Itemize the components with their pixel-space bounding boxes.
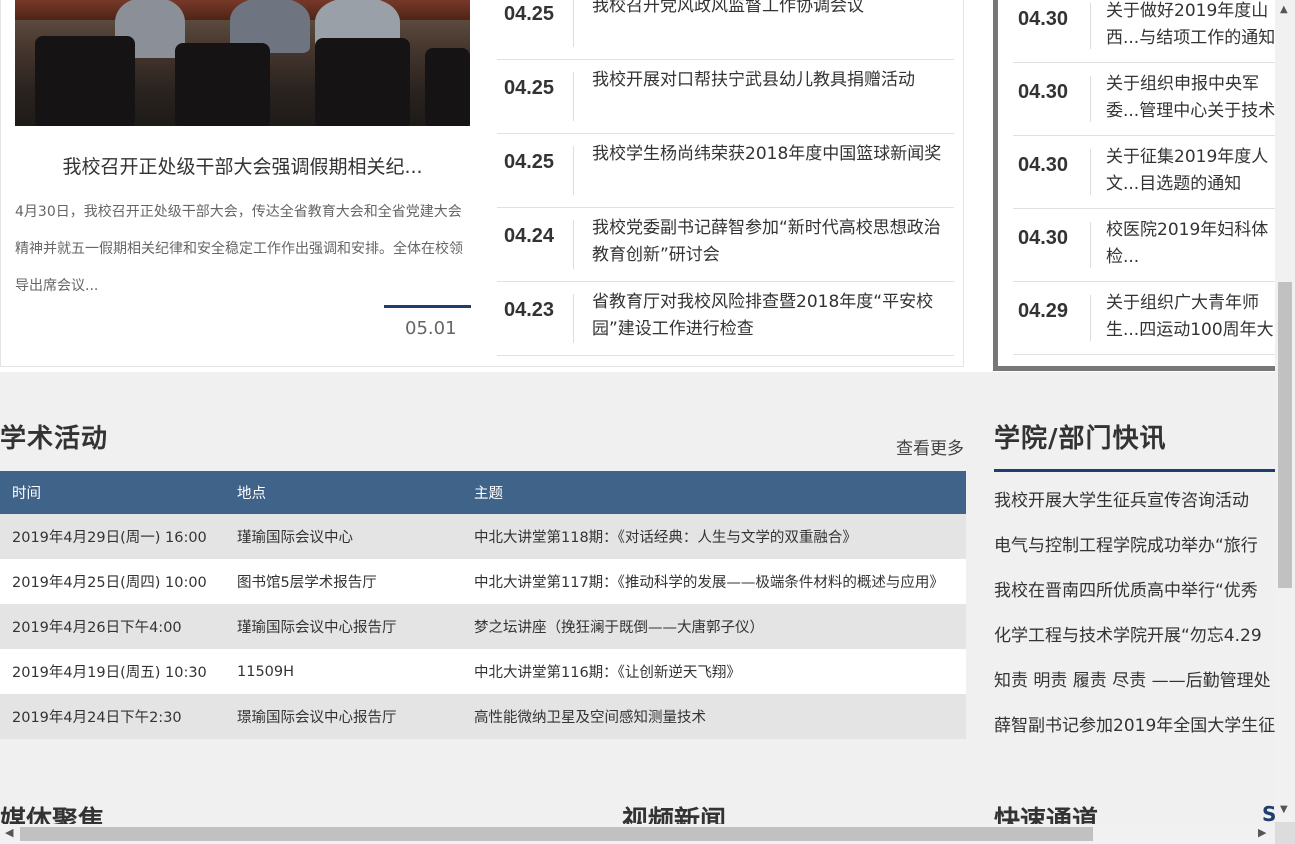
notice-item[interactable]: 04.30 关于组织申报中央军委...管理中心关于技术基... <box>1013 63 1283 136</box>
divider <box>1090 295 1091 341</box>
event-time: 2019年4月25日(周四) 10:00 <box>0 559 225 604</box>
divider <box>573 72 574 121</box>
news-item[interactable]: 04.25 我校学生杨尚纬荣获2018年度中国篮球新闻奖 <box>497 134 954 208</box>
scroll-up-icon[interactable]: ▲ <box>1280 4 1288 15</box>
notice-date: 04.30 <box>1018 154 1069 176</box>
notice-date: 04.30 <box>1018 8 1069 30</box>
news-date: 04.23 <box>504 299 555 321</box>
news-item[interactable]: 04.23 省教育厅对我校风险排查暨2018年度“平安校园”建设工作进行检查 <box>497 282 954 356</box>
news-date: 04.25 <box>504 77 555 99</box>
featured-news-description: 4月30日，我校召开正处级干部大会，传达全省教育大会和全省党建大会精神并就五一假… <box>15 204 463 294</box>
scrollbar-corner <box>1275 822 1295 844</box>
list-item[interactable]: 知责 明责 履责 尽责 ——后勤管理处 <box>994 666 1275 711</box>
event-time: 2019年4月29日(周一) 16:00 <box>0 514 225 559</box>
column-header-location: 地点 <box>225 471 462 514</box>
notice-title[interactable]: 关于组织申报中央军委...管理中心关于技术基... <box>1106 71 1281 125</box>
more-link[interactable]: 查看更多 <box>896 434 964 459</box>
event-topic[interactable]: 中北大讲堂第117期：《推动科学的发展——极端条件材料的概述与应用》 <box>462 559 966 604</box>
table-row[interactable]: 2019年4月24日下午2:30 璟瑜国际会议中心报告厅 高性能微纳卫星及空间感… <box>0 694 966 739</box>
notice-title[interactable]: 校医院2019年妇科体检... <box>1106 217 1281 271</box>
news-title[interactable]: 我校党委副书记薛智参加“新时代高校思想政治教育创新”研讨会 <box>592 215 952 269</box>
vertical-scrollbar[interactable]: ▲ ▼ <box>1275 0 1295 822</box>
scroll-left-icon[interactable]: ◀ <box>5 826 13 839</box>
event-location: 璟瑜国际会议中心报告厅 <box>225 694 462 739</box>
notice-item[interactable]: 04.30 关于征集2019年度人文...目选题的通知 <box>1013 136 1283 209</box>
dept-news-list: 我校开展大学生征兵宣传咨询活动 电气与控制工程学院成功举办“旅行 我校在晋南四所… <box>994 486 1275 756</box>
dept-title-underline <box>994 469 1275 472</box>
event-topic[interactable]: 中北大讲堂第116期：《让创新逆天飞翔》 <box>462 649 966 694</box>
table-row[interactable]: 2019年4月19日(周五) 10:30 11509H 中北大讲堂第116期：《… <box>0 649 966 694</box>
list-item[interactable]: 我校在晋南四所优质高中举行“优秀 <box>994 576 1275 621</box>
vertical-scroll-thumb[interactable] <box>1278 282 1292 588</box>
table-header-row: 时间 地点 主题 <box>0 471 966 514</box>
chair <box>175 43 270 126</box>
divider <box>573 220 574 269</box>
dept-section-title: 学院/部门快讯 <box>994 424 1167 454</box>
column-header-time: 时间 <box>0 471 225 514</box>
event-location: 瑾瑜国际会议中心报告厅 <box>225 604 462 649</box>
academic-table: 时间 地点 主题 2019年4月29日(周一) 16:00 瑾瑜国际会议中心 中… <box>0 471 966 739</box>
news-title[interactable]: 我校召开党风政风监督工作协调会议 <box>592 0 952 20</box>
notice-item[interactable]: 04.30 关于做好2019年度山西...与结项工作的通知 <box>1013 0 1283 63</box>
divider <box>573 294 574 343</box>
news-title[interactable]: 我校开展对口帮扶宁武县幼儿教具捐赠活动 <box>592 67 952 94</box>
academic-section-title: 学术活动 <box>0 424 109 454</box>
event-location: 11509H <box>225 649 462 694</box>
featured-news-title[interactable]: 我校召开正处级干部大会强调假期相关纪... <box>15 152 470 179</box>
news-item[interactable]: 04.25 我校召开党风政风监督工作协调会议 <box>497 0 954 60</box>
column-header-topic: 主题 <box>462 471 966 514</box>
notice-title[interactable]: 关于组织广大青年师生...四运动100周年大会直... <box>1106 290 1281 344</box>
chair <box>425 48 470 126</box>
news-item[interactable]: 04.25 我校开展对口帮扶宁武县幼儿教具捐赠活动 <box>497 60 954 134</box>
notice-item[interactable]: 04.30 校医院2019年妇科体检... <box>1013 209 1283 282</box>
divider <box>1090 3 1091 49</box>
news-date: 04.25 <box>504 3 555 25</box>
notice-item[interactable]: 04.29 关于组织广大青年师生...四运动100周年大会直... <box>1013 282 1283 355</box>
notice-list: 04.30 关于做好2019年度山西...与结项工作的通知 04.30 关于组织… <box>1013 0 1283 355</box>
event-location: 图书馆5层学术报告厅 <box>225 559 462 604</box>
table-row[interactable]: 2019年4月25日(周四) 10:00 图书馆5层学术报告厅 中北大讲堂第11… <box>0 559 966 604</box>
chair <box>315 38 410 126</box>
notice-date: 04.30 <box>1018 227 1069 249</box>
notice-box: 04.30 关于做好2019年度山西...与结项工作的通知 04.30 关于组织… <box>993 0 1283 371</box>
notice-title[interactable]: 关于做好2019年度山西...与结项工作的通知 <box>1106 0 1281 52</box>
news-date: 04.25 <box>504 151 555 173</box>
chair <box>35 36 135 126</box>
horizontal-scrollbar[interactable]: ◀ ▶ <box>0 824 1275 844</box>
table-row[interactable]: 2019年4月26日下午4:00 瑾瑜国际会议中心报告厅 梦之坛讲座（挽狂澜于既… <box>0 604 966 649</box>
event-topic[interactable]: 中北大讲堂第118期：《对话经典：人生与文学的双重融合》 <box>462 514 966 559</box>
news-title[interactable]: 我校学生杨尚纬荣获2018年度中国篮球新闻奖 <box>592 141 952 168</box>
divider <box>573 0 574 47</box>
divider <box>573 146 574 195</box>
event-time: 2019年4月19日(周五) 10:30 <box>0 649 225 694</box>
top-news-area: 我校召开正处级干部大会强调假期相关纪... 4月30日，我校召开正处级干部大会，… <box>0 0 1283 372</box>
notice-date: 04.29 <box>1018 300 1069 322</box>
divider <box>1090 222 1091 268</box>
list-item[interactable]: 薛智副书记参加2019年全国大学生征 <box>994 711 1275 756</box>
news-list: 04.25 我校召开党风政风监督工作协调会议 04.25 我校开展对口帮扶宁武县… <box>497 0 954 356</box>
news-date: 04.24 <box>504 225 555 247</box>
scroll-down-icon[interactable]: ▼ <box>1280 804 1288 815</box>
notice-date: 04.30 <box>1018 81 1069 103</box>
event-topic[interactable]: 高性能微纳卫星及空间感知测量技术 <box>462 694 966 739</box>
news-box: 我校召开正处级干部大会强调假期相关纪... 4月30日，我校召开正处级干部大会，… <box>0 0 964 367</box>
list-item[interactable]: 我校开展大学生征兵宣传咨询活动 <box>994 486 1275 531</box>
news-title[interactable]: 省教育厅对我校风险排查暨2018年度“平安校园”建设工作进行检查 <box>592 289 952 343</box>
horizontal-scroll-thumb[interactable] <box>20 827 1093 841</box>
event-location: 瑾瑜国际会议中心 <box>225 514 462 559</box>
event-time: 2019年4月24日下午2:30 <box>0 694 225 739</box>
event-time: 2019年4月26日下午4:00 <box>0 604 225 649</box>
featured-news-image[interactable] <box>15 0 470 126</box>
featured-news-date: 05.01 <box>405 318 457 339</box>
table-row[interactable]: 2019年4月29日(周一) 16:00 瑾瑜国际会议中心 中北大讲堂第118期… <box>0 514 966 559</box>
scroll-right-icon[interactable]: ▶ <box>1258 826 1266 839</box>
featured-date-bar <box>384 305 471 308</box>
notice-title[interactable]: 关于征集2019年度人文...目选题的通知 <box>1106 144 1281 198</box>
divider <box>1090 149 1091 195</box>
news-item[interactable]: 04.24 我校党委副书记薛智参加“新时代高校思想政治教育创新”研讨会 <box>497 208 954 282</box>
list-item[interactable]: 化学工程与技术学院开展“勿忘4.29 <box>994 621 1275 666</box>
list-item[interactable]: 电气与控制工程学院成功举办“旅行 <box>994 531 1275 576</box>
event-topic[interactable]: 梦之坛讲座（挽狂澜于既倒——大唐郭子仪） <box>462 604 966 649</box>
divider <box>1090 76 1091 122</box>
